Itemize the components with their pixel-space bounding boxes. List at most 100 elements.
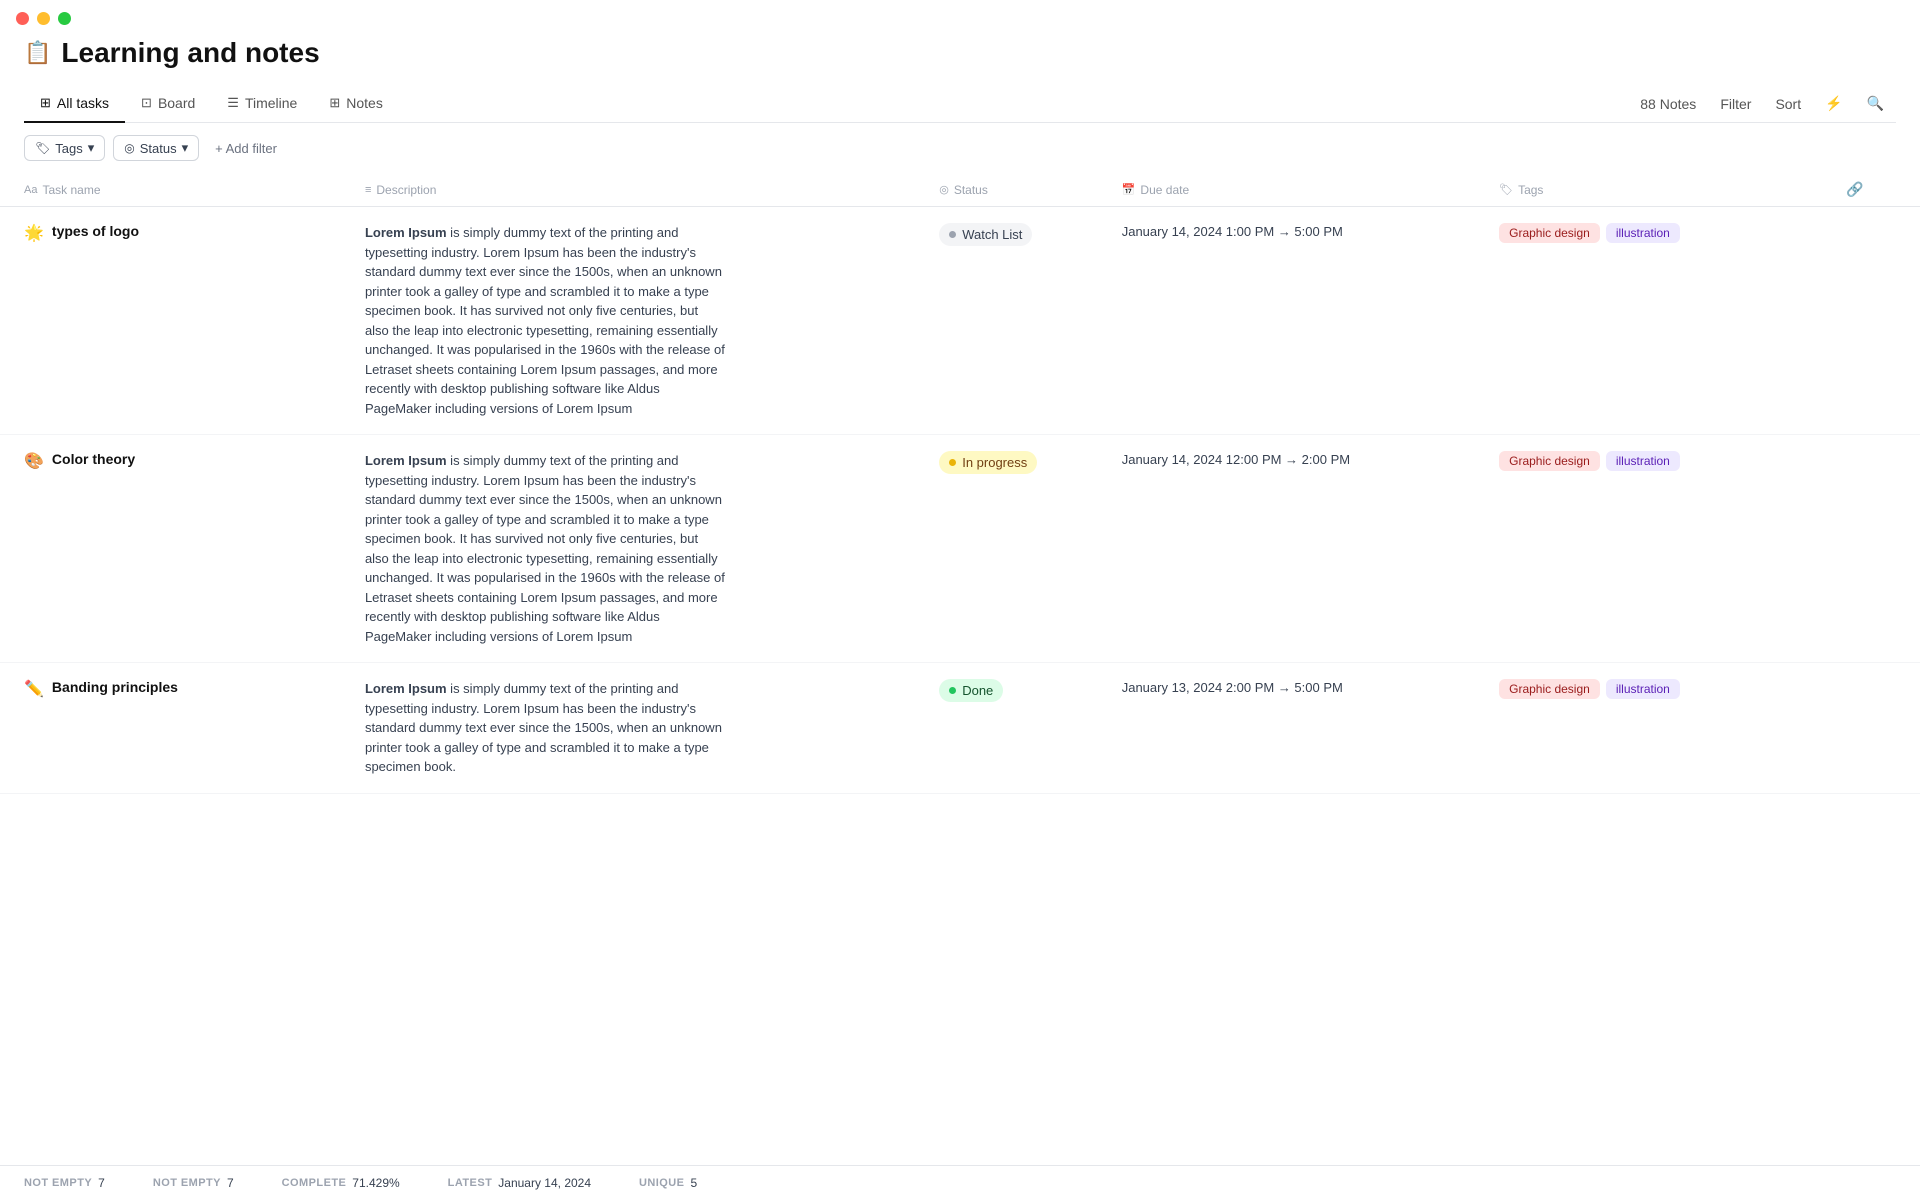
task-emoji: 🌟 [24,223,44,243]
col-link: 🔗 [1822,173,1920,207]
table-row[interactable]: 🌟 types of logo Lorem Ipsum is simply du… [0,207,1920,435]
task-link-cell [1822,435,1920,663]
task-status-cell[interactable]: In progress [927,435,1110,663]
task-table: Aa Task name ≡ Description ◎ Status [0,173,1920,794]
task-emoji: ✏️ [24,679,44,699]
task-desc-cell: Lorem Ipsum is simply dummy text of the … [353,663,927,794]
task-desc-cell: Lorem Ipsum is simply dummy text of the … [353,435,927,663]
filters-row: 🏷 Tags ▾ ◎ Status ▾ + Add filter [0,123,1920,173]
col-due-icon: 📅 [1122,183,1136,196]
desc-bold: Lorem Ipsum [365,225,447,240]
status-badge: Done [939,679,1003,702]
page-header: 📋 Learning and notes ⊞ All tasks ⊡ Board… [0,33,1920,123]
task-status-cell[interactable]: Watch List [927,207,1110,435]
status-dot [949,231,956,238]
task-name-cell[interactable]: ✏️ Banding principles [0,663,353,794]
status-dot [949,459,956,466]
tag-badge[interactable]: Graphic design [1499,679,1600,699]
due-date-text: January 14, 2024 1:00 PM → 5:00 PM [1122,224,1343,239]
tabs-right: 88 Notes Filter Sort ⚡ 🔍 [1636,91,1896,116]
task-emoji: 🎨 [24,451,44,471]
board-icon: ⊡ [141,95,152,111]
tab-timeline[interactable]: ☰ Timeline [211,85,313,123]
col-due-date: 📅 Due date [1110,173,1487,207]
status-icon: ◎ [124,141,134,155]
footer-stats: NOT EMPTY 7 NOT EMPTY 7 COMPLETE 71.429%… [0,1165,1920,1200]
chevron-down-icon: ▾ [182,140,189,156]
col-status-icon: ◎ [939,183,949,196]
task-name-text: Banding principles [52,679,178,695]
task-link-cell [1822,663,1920,794]
chevron-down-icon: ▾ [88,140,95,156]
col-status: ◎ Status [927,173,1110,207]
stat-complete: COMPLETE 71.429% [282,1176,400,1190]
status-dot [949,687,956,694]
task-tags-cell: Graphic design illustration [1487,435,1822,663]
task-status-cell[interactable]: Done [927,663,1110,794]
task-tags-cell: Graphic design illustration [1487,663,1822,794]
tabs-left: ⊞ All tasks ⊡ Board ☰ Timeline ⊞ Notes [24,85,399,122]
task-name-cell[interactable]: 🌟 types of logo [0,207,353,435]
status-label: In progress [962,455,1027,470]
task-name-text: Color theory [52,451,135,467]
desc-bold: Lorem Ipsum [365,453,447,468]
col-tags-icon: 🏷 [1499,183,1513,196]
status-filter[interactable]: ◎ Status ▾ [113,135,199,161]
all-tasks-icon: ⊞ [40,95,51,111]
minimize-button[interactable] [37,12,50,25]
timeline-icon: ☰ [227,95,239,111]
status-badge: Watch List [939,223,1032,246]
window-chrome [0,0,1920,33]
task-name-text: types of logo [52,223,139,239]
task-tags-cell: Graphic design illustration [1487,207,1822,435]
notes-count-badge: 88 Notes [1636,92,1700,116]
notes-tab-icon: ⊞ [329,95,340,111]
lightning-button[interactable]: ⚡ [1821,91,1846,116]
tag-badge[interactable]: illustration [1606,451,1680,471]
col-task-name: Aa Task name [0,173,353,207]
due-date-text: January 13, 2024 2:00 PM → 5:00 PM [1122,680,1343,695]
stat-latest: LATEST January 14, 2024 [448,1176,591,1190]
table-row[interactable]: ✏️ Banding principles Lorem Ipsum is sim… [0,663,1920,794]
task-table-container: Aa Task name ≡ Description ◎ Status [0,173,1920,794]
status-label: Done [962,683,993,698]
tab-all-tasks[interactable]: ⊞ All tasks [24,85,125,123]
col-task-name-icon: Aa [24,184,37,196]
task-link-cell [1822,207,1920,435]
task-desc-cell: Lorem Ipsum is simply dummy text of the … [353,207,927,435]
tag-badge[interactable]: illustration [1606,679,1680,699]
status-badge: In progress [939,451,1037,474]
stat-not-empty-1: NOT EMPTY 7 [24,1176,105,1190]
tab-notes[interactable]: ⊞ Notes [313,85,398,123]
task-name-cell[interactable]: 🎨 Color theory [0,435,353,663]
tag-icon: 🏷 [35,141,50,155]
tags-filter[interactable]: 🏷 Tags ▾ [24,135,105,161]
maximize-button[interactable] [58,12,71,25]
col-description: ≡ Description [353,173,927,207]
desc-bold: Lorem Ipsum [365,681,447,696]
sort-button[interactable]: Sort [1771,92,1805,116]
task-due-date-cell: January 14, 2024 1:00 PM → 5:00 PM [1110,207,1487,435]
task-due-date-cell: January 14, 2024 12:00 PM → 2:00 PM [1110,435,1487,663]
task-table-body: 🌟 types of logo Lorem Ipsum is simply du… [0,207,1920,794]
stat-not-empty-2: NOT EMPTY 7 [153,1176,234,1190]
page-icon: 📋 [24,40,51,66]
add-filter-button[interactable]: + Add filter [207,137,285,160]
table-header-row: Aa Task name ≡ Description ◎ Status [0,173,1920,207]
tag-badge[interactable]: Graphic design [1499,223,1600,243]
page-title: Learning and notes [61,37,319,69]
col-desc-icon: ≡ [365,184,371,196]
link-icon: 🔗 [1834,173,1875,205]
tab-board[interactable]: ⊡ Board [125,85,211,123]
table-row[interactable]: 🎨 Color theory Lorem Ipsum is simply dum… [0,435,1920,663]
stat-unique: UNIQUE 5 [639,1176,697,1190]
due-date-text: January 14, 2024 12:00 PM → 2:00 PM [1122,452,1350,467]
col-tags: 🏷 Tags [1487,173,1822,207]
search-button[interactable]: 🔍 [1863,91,1888,116]
filter-button[interactable]: Filter [1716,92,1755,116]
tag-badge[interactable]: Graphic design [1499,451,1600,471]
tag-badge[interactable]: illustration [1606,223,1680,243]
task-due-date-cell: January 13, 2024 2:00 PM → 5:00 PM [1110,663,1487,794]
page-title-row: 📋 Learning and notes [24,37,1896,85]
close-button[interactable] [16,12,29,25]
